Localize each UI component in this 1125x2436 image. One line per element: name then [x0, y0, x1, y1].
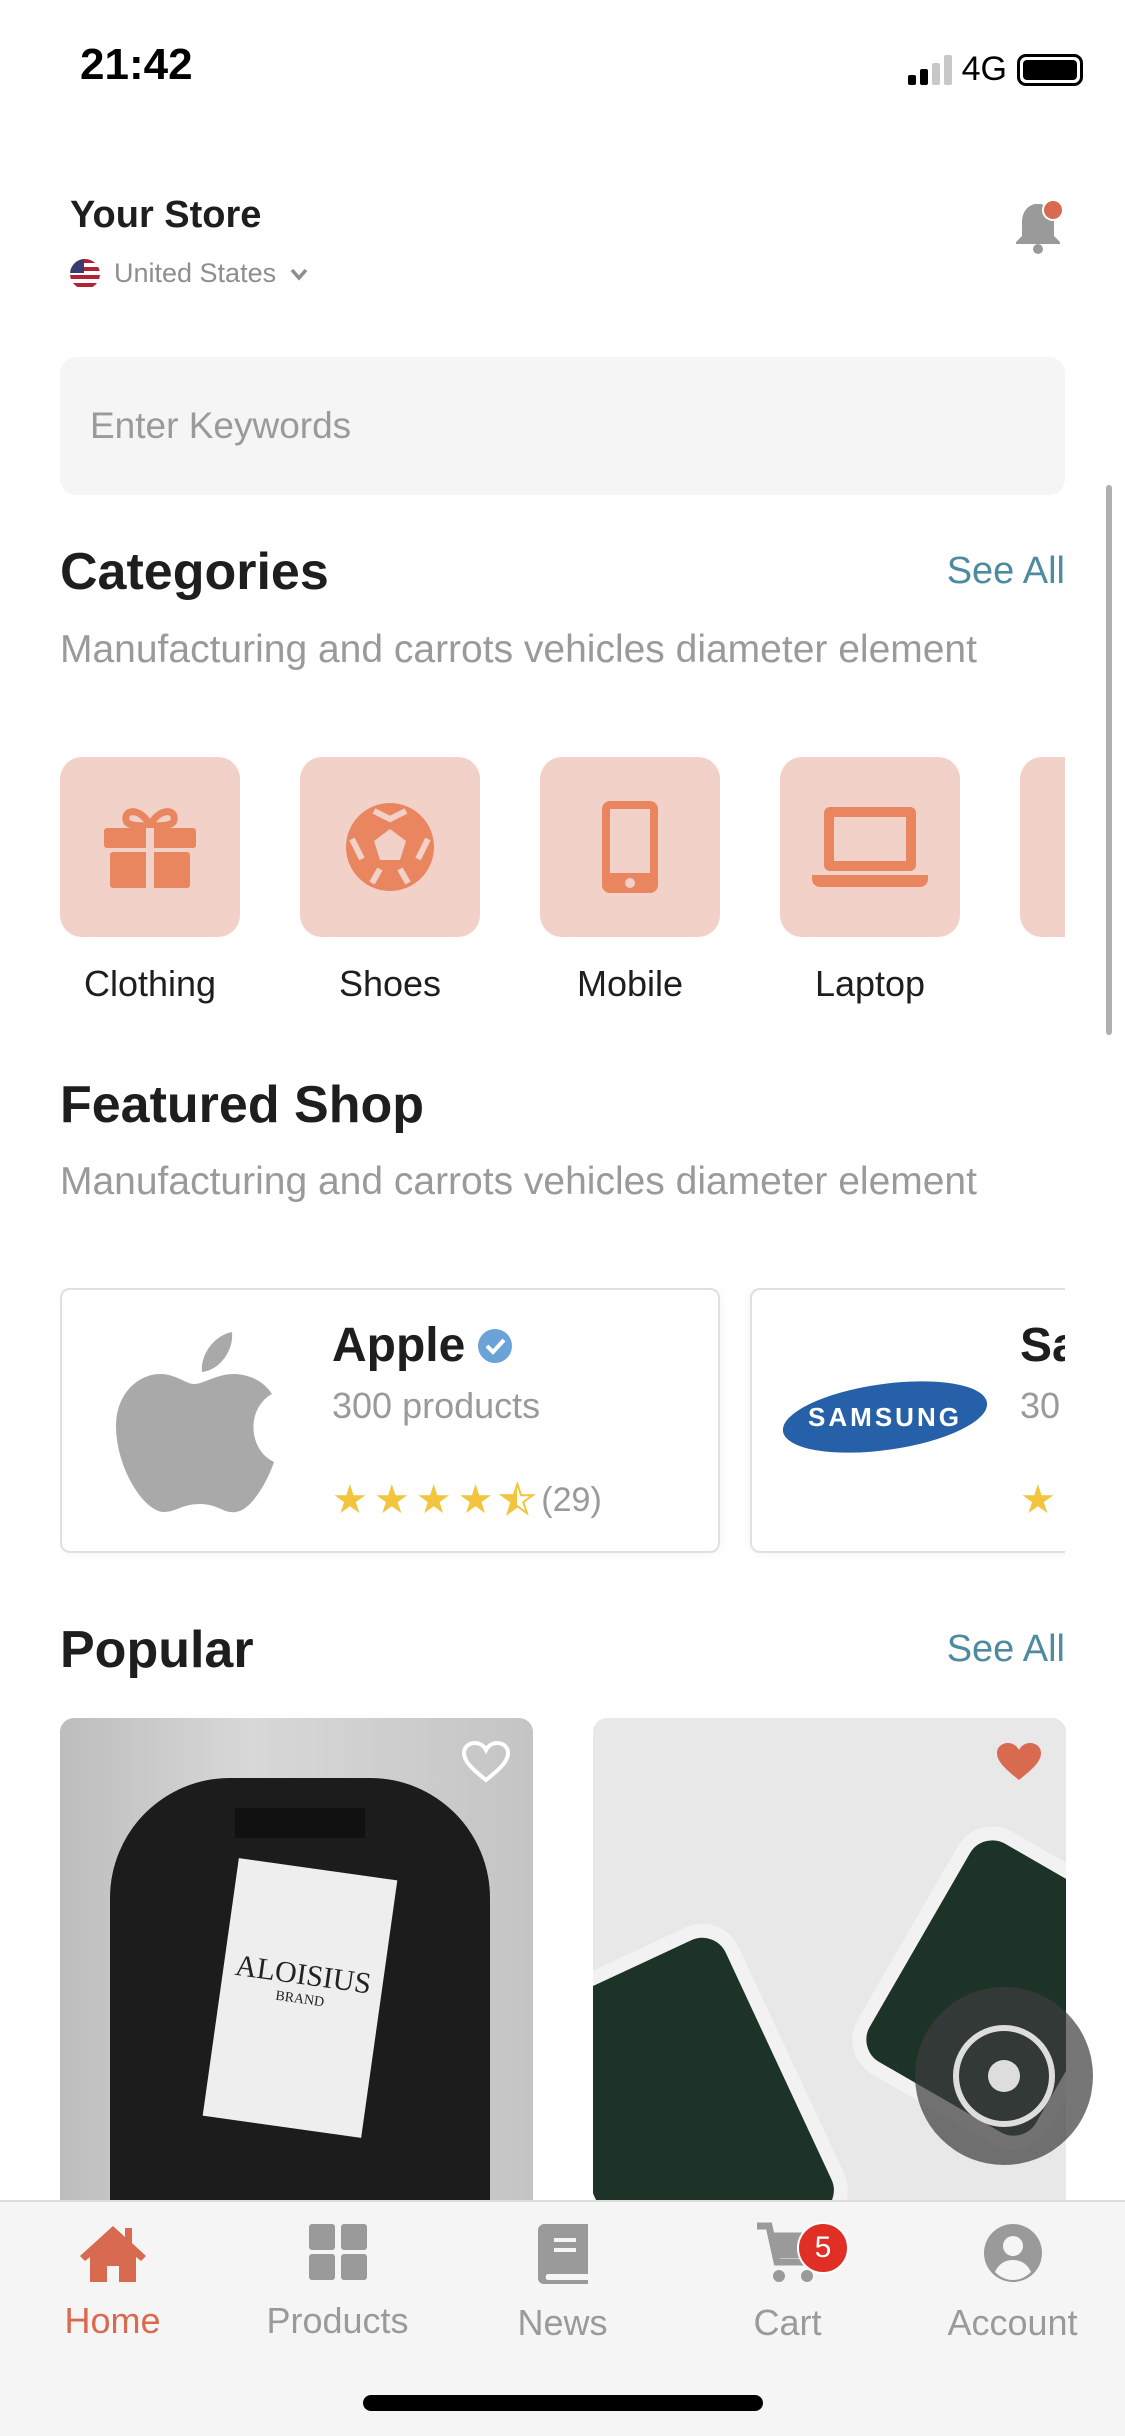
- tab-home[interactable]: Home: [0, 2222, 225, 2342]
- country-label: United States: [114, 258, 277, 288]
- featured-shops-list[interactable]: Apple 300 products ★★★★★ (29) SAMSUNG Sa…: [60, 1288, 1065, 1558]
- star-full-icon: ★: [457, 1478, 494, 1522]
- tab-label: Account: [947, 2302, 1078, 2343]
- signal-icon: [907, 54, 952, 85]
- status-indicators: 4G: [907, 50, 1083, 89]
- apple-logo: [116, 1332, 274, 1513]
- mobile-icon: [602, 801, 658, 893]
- category-clothing[interactable]: Clothing: [60, 757, 240, 1005]
- account-icon: [983, 2224, 1042, 2282]
- category-mobile[interactable]: Mobile: [540, 757, 720, 1005]
- star-full-icon: ★: [373, 1478, 410, 1522]
- tab-label: Home: [64, 2300, 161, 2341]
- samsung-logo: SAMSUNG: [782, 1381, 988, 1453]
- store-title: Your Store: [70, 194, 262, 236]
- category-accessories[interactable]: Ac: [1020, 757, 1065, 1005]
- tab-label: Products: [266, 2300, 409, 2341]
- shop-rating: ★ ★ ★ ★ ★ (29): [332, 1478, 602, 1522]
- home-indicator: [363, 2395, 763, 2411]
- category-label: Shoes: [338, 963, 442, 1004]
- review-count: (29): [541, 1480, 602, 1519]
- shop-card-samsung[interactable]: SAMSUNG Sa 30 ★★: [750, 1288, 1065, 1553]
- tab-label: Cart: [753, 2302, 822, 2343]
- star-full-icon: ★: [1020, 1478, 1056, 1522]
- tab-cart[interactable]: 5 Cart: [675, 2222, 900, 2344]
- assistive-touch-icon: [953, 2025, 1055, 2127]
- book-icon: [537, 2224, 588, 2284]
- categories-title: Categories: [60, 543, 329, 601]
- gift-icon: [104, 808, 196, 890]
- cart-badge: 5: [797, 2222, 849, 2274]
- categories-list[interactable]: Clothing Shoes Mobile Laptop Ac: [60, 757, 1065, 1005]
- category-shoes[interactable]: Shoes: [300, 757, 480, 1005]
- heart-outline-icon[interactable]: [461, 1740, 511, 1784]
- vertical-scrollbar[interactable]: [1106, 485, 1112, 1035]
- shop-card-apple[interactable]: Apple 300 products ★ ★ ★ ★ ★ (29): [60, 1288, 720, 1553]
- status-time: 21:42: [80, 40, 193, 89]
- popular-see-all-link[interactable]: See All: [947, 1628, 1065, 1671]
- tab-label: News: [517, 2302, 608, 2343]
- soccer-ball-icon: [346, 803, 434, 891]
- category-label: Laptop: [814, 963, 926, 1004]
- star-full-icon: ★: [332, 1478, 368, 1522]
- battery-icon: [1017, 53, 1083, 86]
- home-icon: [79, 2226, 146, 2282]
- categories-description: Manufacturing and carrots vehicles diame…: [60, 628, 977, 671]
- tab-products[interactable]: Products: [225, 2222, 450, 2342]
- chevron-down-icon: [290, 268, 308, 281]
- shop-product-count: 300 products: [332, 1385, 541, 1426]
- category-label: Clothing: [83, 963, 217, 1004]
- shop-product-count: 30: [1020, 1385, 1061, 1426]
- star-half-icon: ★: [498, 1478, 536, 1522]
- country-selector[interactable]: United States: [70, 258, 308, 289]
- floating-assistive-button[interactable]: [915, 1987, 1093, 2165]
- categories-see-all-link[interactable]: See All: [947, 550, 1065, 593]
- tab-account[interactable]: Account: [900, 2222, 1125, 2344]
- category-label: Mobile: [576, 963, 684, 1004]
- category-laptop[interactable]: Laptop: [780, 757, 960, 1005]
- notification-bell-icon[interactable]: [1013, 198, 1065, 256]
- featured-shop-title: Featured Shop: [60, 1076, 425, 1134]
- featured-shop-description: Manufacturing and carrots vehicles diame…: [60, 1160, 977, 1203]
- us-flag-icon: [70, 258, 100, 289]
- shop-name: Apple: [332, 1319, 466, 1372]
- svg-text:SAMSUNG: SAMSUNG: [808, 1402, 962, 1432]
- shop-rating: ★★: [1020, 1480, 1065, 1520]
- verified-badge-icon: [478, 1328, 513, 1363]
- tab-news[interactable]: News: [450, 2222, 675, 2344]
- heart-filled-icon[interactable]: [994, 1740, 1044, 1784]
- network-label: 4G: [961, 50, 1007, 88]
- star-full-icon: ★: [415, 1478, 452, 1522]
- category-label: Ac: [1020, 963, 1065, 1005]
- accessory-icon: [1062, 799, 1065, 895]
- star-full-icon: ★: [1062, 1480, 1065, 1520]
- shop-name: Sa: [1020, 1319, 1065, 1372]
- grid-icon: [308, 2224, 367, 2280]
- popular-product-sweater[interactable]: ALOISIUS BRAND: [60, 1718, 533, 2218]
- search-input[interactable]: [60, 357, 1065, 495]
- laptop-icon: [812, 807, 928, 887]
- popular-title: Popular: [60, 1621, 254, 1679]
